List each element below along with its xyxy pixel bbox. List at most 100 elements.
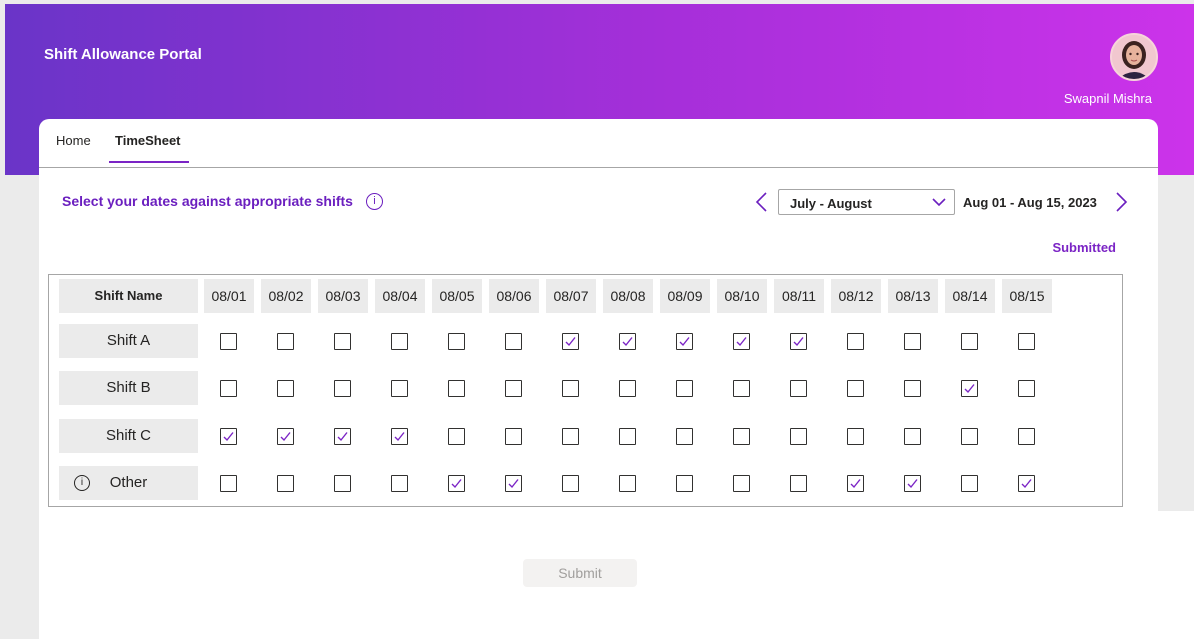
shift-checkbox[interactable] (277, 475, 294, 492)
shift-checkbox[interactable] (790, 333, 807, 350)
shift-checkbox[interactable] (277, 380, 294, 397)
period-dropdown[interactable]: July - August (778, 189, 955, 215)
date-range: Aug 01 - Aug 15, 2023 (963, 195, 1097, 210)
shift-checkbox[interactable] (1018, 475, 1035, 492)
shift-checkbox[interactable] (676, 428, 693, 445)
shift-checkbox[interactable] (847, 380, 864, 397)
shift-checkbox[interactable] (334, 428, 351, 445)
date-header: 08/04 (375, 279, 425, 313)
shift-checkbox[interactable] (505, 380, 522, 397)
shift-checkbox[interactable] (448, 333, 465, 350)
checkmark-icon (793, 337, 804, 347)
shift-checkbox[interactable] (847, 428, 864, 445)
checkmark-icon (679, 337, 690, 347)
checkmark-icon (280, 432, 291, 442)
shift-checkbox[interactable] (448, 428, 465, 445)
shift-checkbox[interactable] (904, 380, 921, 397)
info-icon[interactable]: i (74, 475, 90, 491)
shift-checkbox[interactable] (1018, 380, 1035, 397)
shift-checkbox[interactable] (277, 428, 294, 445)
shift-checkbox[interactable] (961, 475, 978, 492)
app-title: Shift Allowance Portal (44, 46, 202, 63)
tab-timesheet[interactable]: TimeSheet (115, 133, 181, 148)
shift-checkbox[interactable] (847, 475, 864, 492)
shift-checkbox[interactable] (505, 333, 522, 350)
checkmark-icon (850, 479, 861, 489)
checkmark-icon (565, 337, 576, 347)
chevron-left-icon[interactable] (753, 191, 771, 213)
shift-checkbox[interactable] (562, 475, 579, 492)
user-avatar[interactable] (1110, 33, 1158, 81)
shift-checkbox[interactable] (220, 428, 237, 445)
checkmark-icon (964, 384, 975, 394)
chevron-right-icon[interactable] (1112, 191, 1130, 213)
shift-checkbox[interactable] (1018, 333, 1035, 350)
shift-checkbox[interactable] (619, 428, 636, 445)
shift-checkbox[interactable] (790, 428, 807, 445)
shift-checkbox[interactable] (220, 475, 237, 492)
shift-checkbox[interactable] (619, 333, 636, 350)
shift-checkbox[interactable] (961, 380, 978, 397)
shift-checkbox[interactable] (733, 475, 750, 492)
shift-checkbox[interactable] (562, 380, 579, 397)
shift-checkbox[interactable] (220, 333, 237, 350)
shift-checkbox[interactable] (562, 428, 579, 445)
shift-checkbox[interactable] (676, 333, 693, 350)
shift-checkbox[interactable] (619, 475, 636, 492)
shift-checkbox[interactable] (676, 380, 693, 397)
instruction-text: Select your dates against appropriate sh… (62, 193, 353, 209)
shift-checkbox[interactable] (961, 333, 978, 350)
submit-button[interactable]: Submit (523, 559, 637, 587)
shift-checkbox[interactable] (733, 333, 750, 350)
shift-checkbox[interactable] (220, 380, 237, 397)
shift-checkbox[interactable] (448, 380, 465, 397)
shift-checkbox[interactable] (334, 333, 351, 350)
checkmark-icon (508, 479, 519, 489)
date-header: 08/03 (318, 279, 368, 313)
date-header: 08/09 (660, 279, 710, 313)
shift-checkbox[interactable] (904, 475, 921, 492)
shift-checkbox[interactable] (562, 333, 579, 350)
checkmark-icon (736, 337, 747, 347)
date-header: 08/05 (432, 279, 482, 313)
active-tab-indicator (109, 161, 189, 163)
date-header: 08/08 (603, 279, 653, 313)
shift-checkbox[interactable] (847, 333, 864, 350)
shift-row-label-text: Other (109, 474, 148, 491)
shift-checkbox[interactable] (790, 475, 807, 492)
shift-checkbox[interactable] (1018, 428, 1035, 445)
period-selected-value: July - August (790, 196, 872, 211)
tab-home[interactable]: Home (56, 133, 91, 148)
checkmark-icon (1021, 479, 1032, 489)
shift-checkbox[interactable] (904, 333, 921, 350)
user-name: Swapnil Mishra (1063, 91, 1152, 106)
shift-name-header: Shift Name (59, 279, 198, 313)
date-header: 08/01 (204, 279, 254, 313)
shift-checkbox[interactable] (334, 475, 351, 492)
shift-checkbox[interactable] (733, 428, 750, 445)
shift-checkbox[interactable] (391, 333, 408, 350)
shift-checkbox[interactable] (961, 428, 978, 445)
shift-row-label: i Other (59, 466, 198, 500)
left-gutter (0, 175, 39, 639)
shift-checkbox[interactable] (505, 475, 522, 492)
shift-checkbox[interactable] (391, 475, 408, 492)
shift-checkbox[interactable] (733, 380, 750, 397)
shift-checkbox[interactable] (904, 428, 921, 445)
checkmark-icon (337, 432, 348, 442)
shift-checkbox[interactable] (277, 333, 294, 350)
shift-row-label: Shift A (59, 324, 198, 358)
shift-row-label: Shift B (59, 371, 198, 405)
shift-checkbox[interactable] (334, 380, 351, 397)
shift-checkbox[interactable] (619, 380, 636, 397)
shift-checkbox[interactable] (391, 428, 408, 445)
shift-checkbox[interactable] (505, 428, 522, 445)
info-icon[interactable]: i (366, 193, 383, 210)
shift-checkbox[interactable] (391, 380, 408, 397)
shift-checkbox[interactable] (790, 380, 807, 397)
shift-checkbox[interactable] (448, 475, 465, 492)
date-header: 08/06 (489, 279, 539, 313)
date-header: 08/13 (888, 279, 938, 313)
date-header: 08/14 (945, 279, 995, 313)
shift-checkbox[interactable] (676, 475, 693, 492)
